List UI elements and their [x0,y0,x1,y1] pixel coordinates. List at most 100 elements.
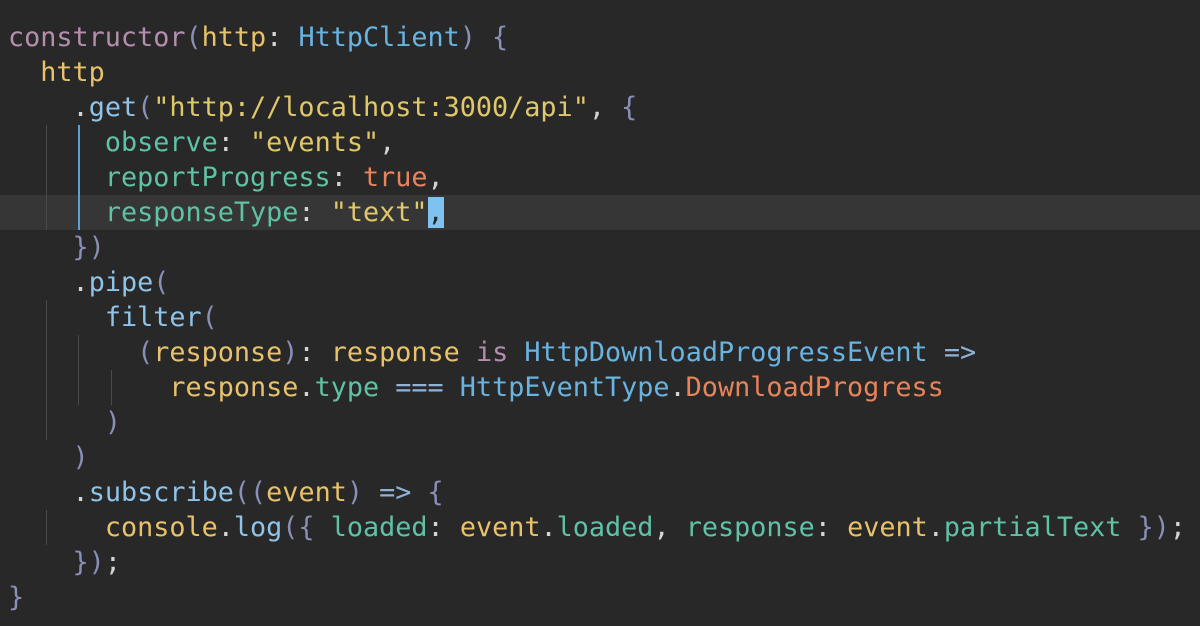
code-token: event [459,512,541,543]
code-token: HttpClient [298,22,460,53]
code-token: HttpDownloadProgressEvent [524,337,928,368]
code-token: . [72,477,89,508]
code-token: => [379,477,412,508]
code-line[interactable]: .pipe( [8,265,170,300]
code-line[interactable]: constructor(http: HttpClient) { [8,20,508,55]
code-token: reportProgress [104,162,331,193]
code-token: responseType [104,197,299,228]
code-token: } [8,582,25,613]
code-token: : [298,337,331,368]
code-token: ) [346,477,363,508]
code-token: : [330,162,363,193]
code-token: }) [1137,512,1170,543]
code-token: subscribe [88,477,234,508]
code-token: : [814,512,848,543]
code-token: HttpEventType [459,372,670,403]
code-line[interactable]: http [8,55,105,90]
code-token: }) [72,547,105,578]
code-token: ( [137,92,154,123]
code-token: . [72,267,89,298]
code-token: ( [153,267,170,298]
code-token: : [217,127,251,158]
code-token: . [217,512,234,543]
code-line[interactable]: }); [8,545,121,580]
code-line[interactable]: observe: "events", [8,125,395,160]
code-token: loaded [330,512,428,543]
code-line[interactable]: console.log({ loaded: event.loaded, resp… [8,510,1186,545]
code-line[interactable]: ) [8,405,121,440]
code-line[interactable]: reportProgress: true, [8,160,444,195]
code-token: ; [1169,512,1186,543]
code-token: { [427,477,444,508]
code-token: observe [104,127,218,158]
code-token: DownloadProgress [685,372,944,403]
code-token: ( [185,22,202,53]
code-token: response [153,337,283,368]
code-token: partialText [943,512,1122,543]
code-token: }) [72,232,105,263]
code-token: , [653,512,686,543]
code-token: : [266,22,299,53]
code-token: : [298,197,331,228]
code-line[interactable]: responseType: "text", [8,195,444,230]
code-token: event [266,477,347,508]
code-token: . [927,512,944,543]
code-token: constructor [8,22,186,53]
code-token: type [314,372,380,403]
code-line[interactable]: }) [8,230,105,265]
code-token: : [427,512,460,543]
code-token: === [395,372,444,403]
code-token: "text" [330,197,428,228]
code-token: , [588,92,622,123]
code-line[interactable]: .subscribe((event) => { [8,475,444,510]
code-token: console [104,512,218,543]
code-token: , [427,162,444,193]
code-token: ) [282,337,299,368]
code-line[interactable]: response.type === HttpEventType.Download… [8,370,944,405]
code-line[interactable]: } [8,580,24,615]
code-token: , [379,127,396,158]
code-token: ) { [459,22,509,53]
code-token: is [475,337,509,368]
code-token: response [169,372,299,403]
code-token: ( [201,302,218,333]
code-token: . [72,92,89,123]
code-token: ({ [282,512,315,543]
code-token: true [362,162,428,193]
code-token: . [669,372,686,403]
code-line[interactable]: (response): response is HttpDownloadProg… [8,335,976,370]
code-token: event [847,512,928,543]
code-token: . [298,372,315,403]
code-token: ; [104,547,121,578]
code-line[interactable]: filter( [8,300,218,335]
code-token: response [685,512,815,543]
code-line[interactable]: ) [8,440,89,475]
code-token: filter [104,302,202,333]
code-token: ) [104,407,121,438]
code-editor[interactable]: constructor(http: HttpClient) { http .ge… [0,0,1200,626]
code-token: (( [233,477,267,508]
text-cursor: , [427,197,444,228]
code-token: pipe [88,267,154,298]
code-token: "events" [250,127,380,158]
code-line[interactable]: .get("http://localhost:3000/api", { [8,90,638,125]
code-token: ( [137,337,154,368]
